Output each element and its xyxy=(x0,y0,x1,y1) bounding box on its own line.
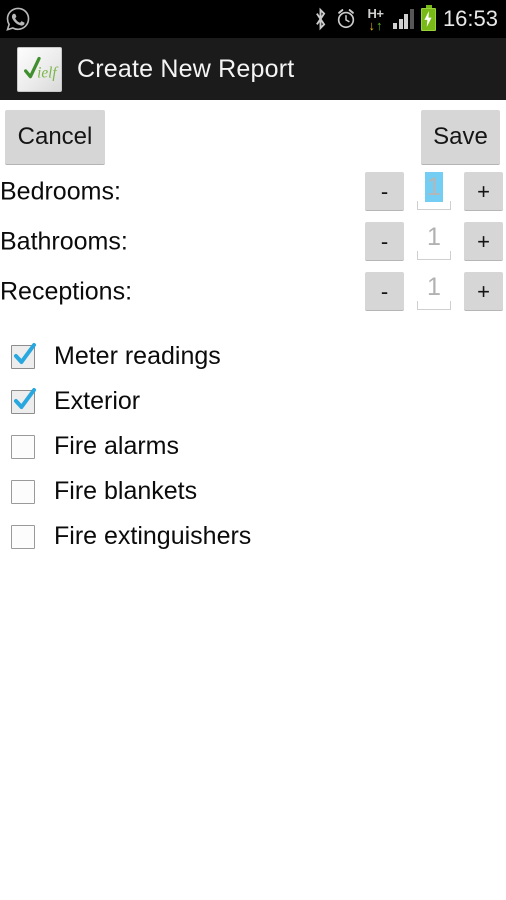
field-row-bedrooms: Bedrooms: - 1 + xyxy=(0,167,506,216)
bedrooms-value: 1 xyxy=(425,171,443,202)
increment-bedrooms-button[interactable]: + xyxy=(464,172,503,211)
checkbox-row-meter-readings[interactable]: Meter readings xyxy=(0,334,506,379)
battery-charging-icon xyxy=(420,4,436,31)
status-bar: H+ ↓ ↑ 16:53 xyxy=(0,0,506,38)
action-bar: ielf Create New Report xyxy=(0,38,506,100)
page-title: Create New Report xyxy=(77,54,295,83)
data-arrow-up: ↑ xyxy=(375,17,383,33)
checkbox-label-fire-blankets: Fire blankets xyxy=(54,477,198,505)
decrement-receptions-button[interactable]: - xyxy=(365,272,404,311)
save-button[interactable]: Save xyxy=(421,110,500,165)
checkbox-row-exterior[interactable]: Exterior xyxy=(0,379,506,424)
field-label-receptions: Receptions: xyxy=(0,277,133,305)
bluetooth-icon xyxy=(313,7,328,31)
form-content: Cancel Save Bedrooms: - 1 + Bathrooms: -… xyxy=(0,100,506,900)
hplus-data-icon: H+ ↓ ↑ xyxy=(364,4,386,34)
decrement-bedrooms-button[interactable]: - xyxy=(365,172,404,211)
checkbox-label-fire-alarms: Fire alarms xyxy=(54,432,180,460)
signal-bar-4 xyxy=(409,9,414,29)
status-bar-clock: 16:53 xyxy=(442,6,498,31)
signal-bar-1 xyxy=(393,23,398,29)
stepper-receptions: - 1 + xyxy=(365,271,503,313)
field-label-bedrooms: Bedrooms: xyxy=(0,177,121,205)
phone-screen: H+ ↓ ↑ 16:53 ielf Create New Report Canc… xyxy=(0,0,506,900)
stepper-bathrooms: - 1 + xyxy=(365,221,503,263)
checkbox-row-fire-blankets[interactable]: Fire blankets xyxy=(0,469,506,514)
bedrooms-input[interactable]: 1 xyxy=(415,171,453,213)
app-logo-icon: ielf xyxy=(17,46,62,92)
checkbox-fire-blankets[interactable] xyxy=(11,479,35,504)
stepper-bedrooms: - 1 + xyxy=(365,171,503,213)
cancel-button[interactable]: Cancel xyxy=(5,110,105,165)
check-icon xyxy=(14,342,36,364)
svg-text:ielf: ielf xyxy=(37,64,58,81)
receptions-input[interactable]: 1 xyxy=(415,271,453,313)
status-bar-system-icons: H+ ↓ ↑ 16:53 xyxy=(313,0,498,38)
checkbox-label-exterior: Exterior xyxy=(54,387,141,415)
data-arrows: ↓ ↑ xyxy=(368,17,383,33)
data-arrow-down: ↓ xyxy=(368,17,375,33)
increment-receptions-button[interactable]: + xyxy=(464,272,503,311)
status-bar-notifications xyxy=(0,6,31,32)
decrement-bathrooms-button[interactable]: - xyxy=(365,222,404,261)
receptions-value: 1 xyxy=(427,272,441,301)
checkbox-row-fire-alarms[interactable]: Fire alarms xyxy=(0,424,506,469)
whatsapp-icon xyxy=(5,6,31,32)
check-icon xyxy=(14,387,36,409)
field-row-bathrooms: Bathrooms: - 1 + xyxy=(0,217,506,266)
signal-bar-3 xyxy=(404,14,409,29)
checkbox-list: Meter readings Exterior Fire alarms Fire… xyxy=(0,334,506,559)
bathrooms-input[interactable]: 1 xyxy=(415,221,453,263)
checkbox-fire-alarms[interactable] xyxy=(11,434,35,459)
field-row-receptions: Receptions: - 1 + xyxy=(0,267,506,316)
checkbox-label-meter-readings: Meter readings xyxy=(54,342,221,370)
checkbox-label-fire-extinguishers: Fire extinguishers xyxy=(54,522,252,550)
checkbox-meter-readings[interactable] xyxy=(11,342,36,369)
checkbox-row-fire-extinguishers[interactable]: Fire extinguishers xyxy=(0,514,506,559)
bathrooms-value: 1 xyxy=(427,222,441,251)
checkbox-exterior[interactable] xyxy=(11,387,36,414)
signal-icon xyxy=(393,9,414,29)
alarm-icon xyxy=(335,8,357,30)
signal-bar-2 xyxy=(398,19,403,29)
checkbox-fire-extinguishers[interactable] xyxy=(11,524,35,549)
form-actions: Cancel Save xyxy=(0,100,506,166)
increment-bathrooms-button[interactable]: + xyxy=(464,222,503,261)
field-label-bathrooms: Bathrooms: xyxy=(0,227,128,255)
